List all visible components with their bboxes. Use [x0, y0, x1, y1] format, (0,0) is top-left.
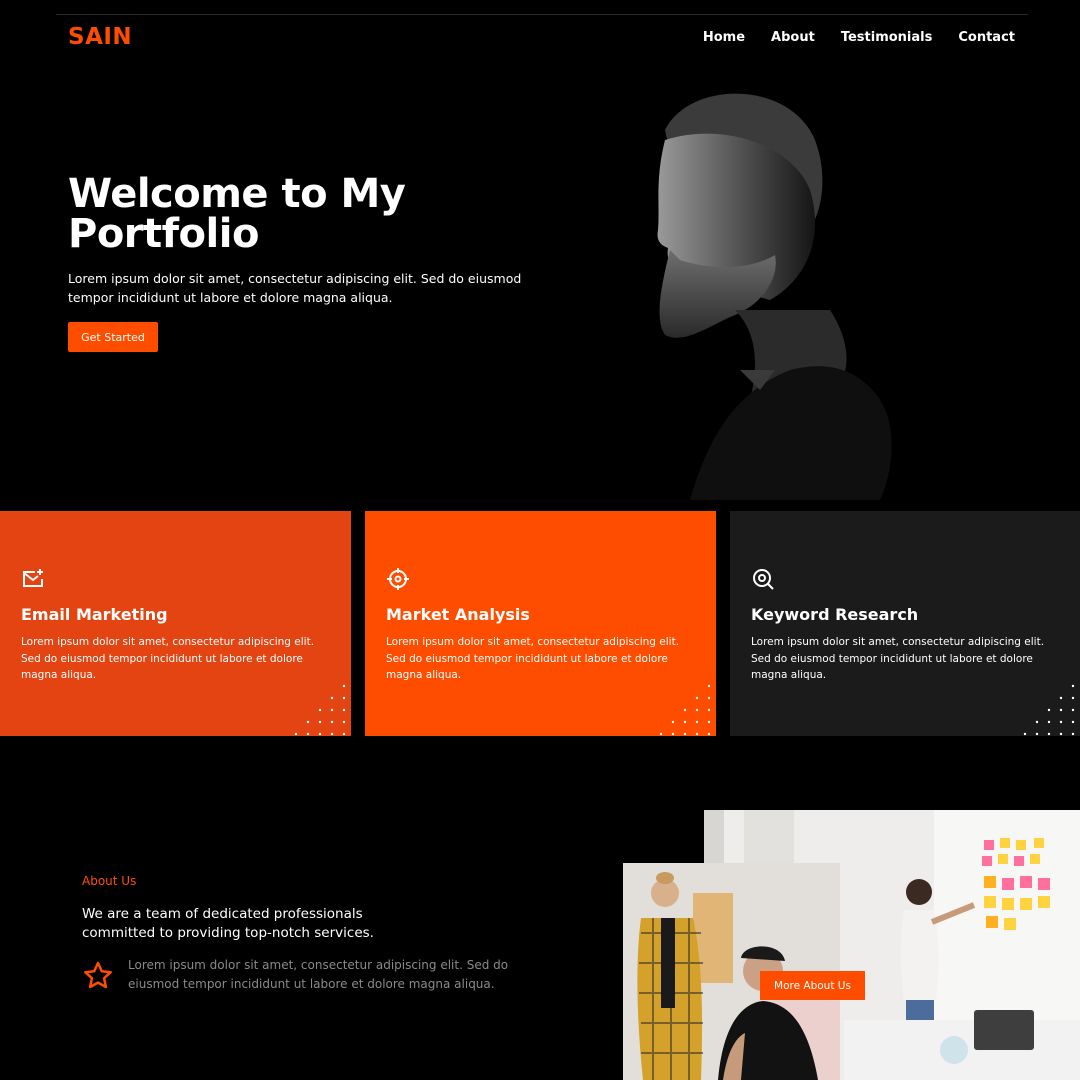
dot-pattern — [659, 684, 711, 736]
about-text: Lorem ipsum dolor sit amet, consectetur … — [128, 958, 509, 991]
about-label: About Us — [82, 874, 137, 888]
star-icon — [84, 961, 112, 989]
service-text: Lorem ipsum dolor sit amet, consectetur … — [386, 636, 680, 681]
service-text: Lorem ipsum dolor sit amet, consectetur … — [21, 636, 315, 681]
service-title: Email Marketing — [21, 605, 168, 624]
top-divider — [56, 14, 1028, 15]
logo[interactable]: SAIN — [68, 24, 132, 50]
dot-pattern — [1023, 684, 1075, 736]
about-heading: We are a team of dedicated professionals… — [82, 906, 374, 941]
main-nav: Home About Testimonials Contact — [703, 30, 1015, 45]
get-started-button[interactable]: Get Started — [68, 322, 158, 352]
service-title: Keyword Research — [751, 605, 919, 624]
service-title: Market Analysis — [386, 605, 530, 624]
dot-pattern — [294, 684, 346, 736]
nav-contact[interactable]: Contact — [958, 30, 1015, 45]
nav-testimonials[interactable]: Testimonials — [841, 30, 933, 45]
crosshair-icon — [387, 568, 409, 590]
service-text: Lorem ipsum dolor sit amet, consectetur … — [751, 636, 1045, 681]
service-card-keyword-research[interactable]: Keyword Research Lorem ipsum dolor sit a… — [730, 511, 1080, 736]
hero-title: Welcome to My Portfolio — [68, 171, 406, 257]
hero-text: Lorem ipsum dolor sit amet, consectetur … — [68, 271, 522, 305]
more-about-us-button[interactable]: More About Us — [760, 971, 865, 1000]
nav-home[interactable]: Home — [703, 30, 745, 45]
mail-star-icon — [23, 569, 43, 587]
service-card-email-marketing[interactable]: Email Marketing Lorem ipsum dolor sit am… — [0, 511, 351, 736]
search-icon — [753, 569, 774, 590]
nav-about[interactable]: About — [771, 30, 815, 45]
portrait-image — [657, 93, 892, 500]
service-card-market-analysis[interactable]: Market Analysis Lorem ipsum dolor sit am… — [365, 511, 716, 736]
